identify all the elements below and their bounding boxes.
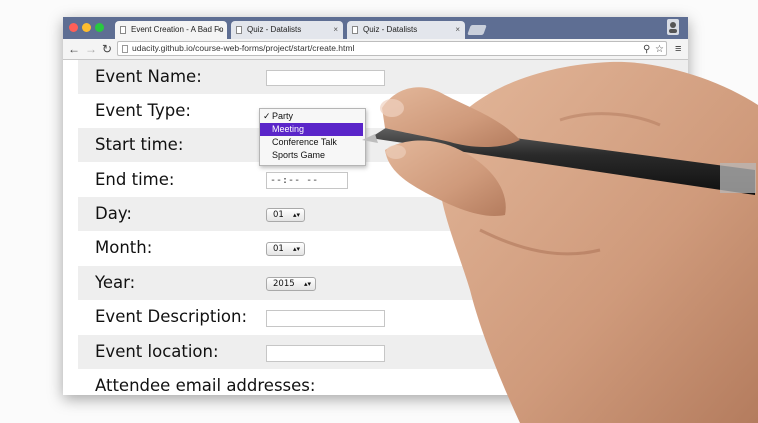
video-frame: Event Creation - A Bad Fo × Quiz - Datal… [0, 0, 758, 423]
hand-with-pen-illustration [362, 61, 758, 423]
